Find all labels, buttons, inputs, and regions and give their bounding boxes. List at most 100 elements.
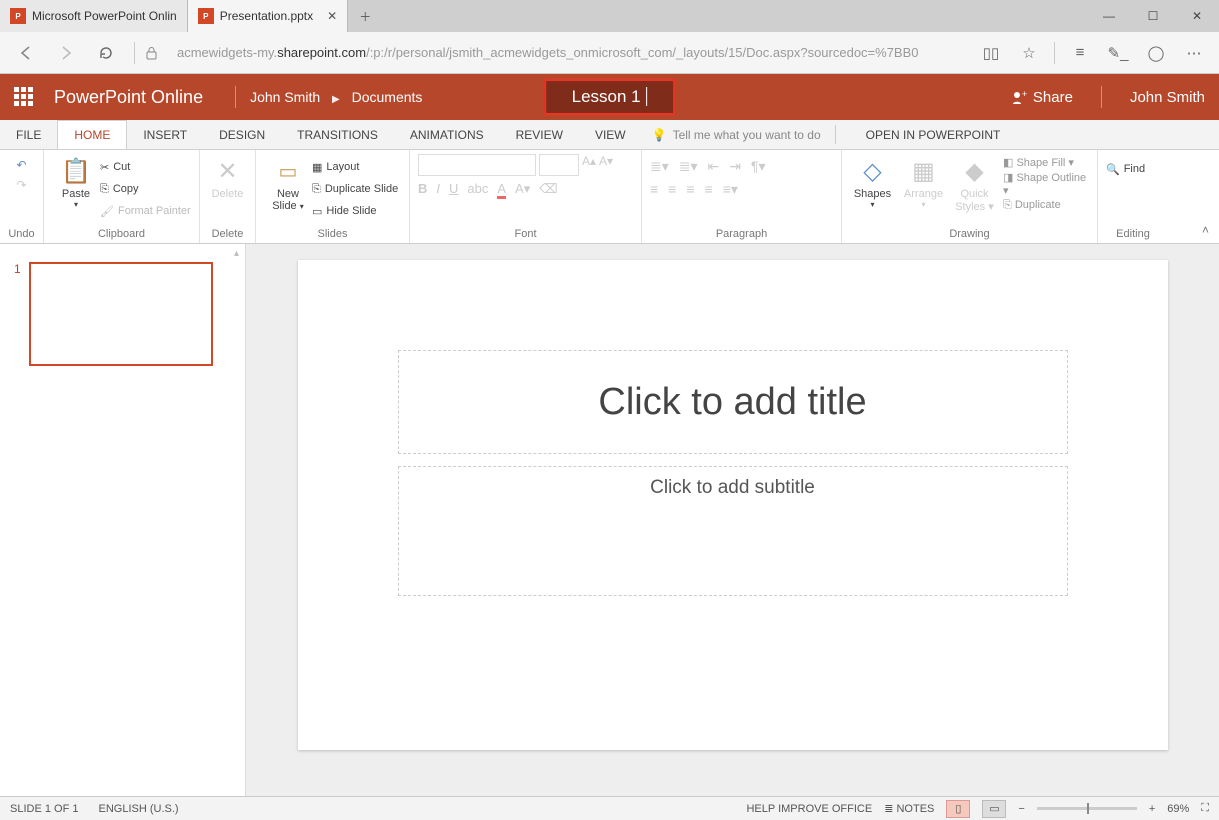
shapes-button[interactable]: ◇ Shapes▾ [850,154,895,209]
tab-file[interactable]: FILE [0,120,57,149]
maximize-button[interactable]: ☐ [1131,0,1175,32]
font-color-button[interactable]: A [497,181,506,199]
paste-button[interactable]: 📋 Paste▾ [52,154,100,209]
tab-review[interactable]: REVIEW [500,120,579,149]
open-in-powerpoint[interactable]: OPEN IN POWERPOINT [850,120,1017,149]
tab-view[interactable]: VIEW [579,120,642,149]
duplicate-slide-button[interactable]: ⎘Duplicate Slide [312,178,398,200]
underline-button[interactable]: U [449,181,458,199]
find-button[interactable]: 🔍Find [1106,158,1145,180]
cortana-icon[interactable]: ◯ [1139,44,1173,62]
increase-indent-button[interactable]: ⇥ [729,158,741,175]
hub-icon[interactable]: ≡ [1063,44,1097,61]
brush-icon: 🖌 [100,205,114,218]
layout-button[interactable]: ▦Layout [312,156,398,178]
grow-font-button[interactable]: A▴ [582,154,596,176]
highlight-button[interactable]: A▾ [515,181,530,199]
undo-button[interactable]: ↶ [16,158,26,172]
duplicate-icon: ⎘ [312,183,321,196]
format-painter-button[interactable]: 🖌Format Painter [100,200,191,222]
shrink-font-button[interactable]: A▾ [599,154,613,176]
share-button[interactable]: + Share [1011,89,1073,106]
ribbon-tabs: FILE HOME INSERT DESIGN TRANSITIONS ANIM… [0,120,1219,150]
new-slide-icon: ▭ [279,154,298,188]
font-family-select[interactable] [418,154,536,176]
help-improve-link[interactable]: HELP IMPROVE OFFICE [746,803,872,815]
justify-button[interactable]: ≡ [705,181,713,198]
zoom-in-button[interactable]: + [1149,803,1155,815]
tab-design[interactable]: DESIGN [203,120,281,149]
refresh-button[interactable] [88,38,124,68]
minimize-button[interactable]: — [1087,0,1131,32]
breadcrumb-user[interactable]: John Smith [250,89,320,105]
notes-toggle[interactable]: ≣ NOTES [884,802,934,815]
tell-me-search[interactable]: 💡 Tell me what you want to do [652,120,821,149]
tab-home[interactable]: HOME [57,120,127,149]
address-bar[interactable]: acmewidgets-my.sharepoint.com/:p:/r/pers… [177,45,970,60]
reading-view-icon[interactable]: ▯▯ [974,44,1008,62]
tab-transitions[interactable]: TRANSITIONS [281,120,394,149]
bullets-button[interactable]: ≣▾ [650,158,669,175]
favorite-icon[interactable]: ☆ [1012,44,1046,62]
copy-button[interactable]: ⎘Copy [100,178,191,200]
font-size-select[interactable] [539,154,579,176]
align-right-button[interactable]: ≡ [686,181,694,198]
hide-slide-button[interactable]: ▭Hide Slide [312,200,398,222]
zoom-out-button[interactable]: − [1018,803,1024,815]
tab-insert[interactable]: INSERT [127,120,203,149]
collapse-ribbon-button[interactable]: ˄ [1202,223,1209,237]
subtitle-placeholder[interactable]: Click to add subtitle [398,466,1068,596]
workspace: ▴ 1 Click to add title Click to add subt… [0,244,1219,796]
shape-outline-button[interactable]: ◨ Shape Outline ▾ [1003,171,1089,197]
slideshow-view-button[interactable]: ▭ [982,800,1006,818]
zoom-slider[interactable] [1037,807,1137,810]
back-button[interactable] [8,38,44,68]
quick-styles-button[interactable]: ◆ Quick Styles ▾ [952,154,997,213]
cut-button[interactable]: ✂Cut [100,156,191,178]
new-slide-button[interactable]: ▭ New Slide ▾ [264,154,312,212]
slide-thumbnail-1[interactable] [29,262,213,366]
decrease-indent-button[interactable]: ⇤ [708,158,720,175]
tab-close-icon[interactable]: ✕ [327,9,337,23]
arrange-button[interactable]: ▦ Arrange▾ [901,154,946,209]
numbering-button[interactable]: ≣▾ [679,158,698,175]
app-name[interactable]: PowerPoint Online [54,87,203,108]
title-placeholder[interactable]: Click to add title [398,350,1068,454]
italic-button[interactable]: I [436,181,440,199]
language-indicator[interactable]: ENGLISH (U.S.) [98,803,178,815]
shape-fill-button[interactable]: ◧ Shape Fill ▾ [1003,156,1089,169]
slide-indicator[interactable]: SLIDE 1 OF 1 [10,803,78,815]
align-center-button[interactable]: ≡ [668,181,676,198]
forward-button[interactable] [48,38,84,68]
text-direction-button[interactable]: ¶▾ [751,158,766,175]
zoom-level[interactable]: 69% [1167,803,1189,815]
tab-animations[interactable]: ANIMATIONS [394,120,500,149]
duplicate-button[interactable]: ⎘ Duplicate [1003,199,1089,212]
breadcrumb-folder[interactable]: Documents [352,89,423,105]
close-button[interactable]: ✕ [1175,0,1219,32]
line-spacing-button[interactable]: ≡▾ [723,181,738,198]
delete-button[interactable]: ✕ Delete [208,154,247,200]
more-icon[interactable]: ⋯ [1177,44,1211,62]
browser-tab-active[interactable]: P Presentation.pptx ✕ [188,0,348,32]
slide-canvas-area: Click to add title Click to add subtitle [246,244,1219,796]
normal-view-button[interactable]: ▯ [946,800,970,818]
file-title-input[interactable]: Lesson 1 [544,79,676,115]
new-tab-button[interactable]: ＋ [348,0,382,32]
strike-button[interactable]: abc [467,181,488,199]
tab-label: Microsoft PowerPoint Onlin [32,9,177,23]
arrange-icon: ▦ [912,154,935,188]
user-name[interactable]: John Smith [1130,89,1205,106]
app-launcher-icon[interactable] [14,87,34,107]
browser-toolbar: acmewidgets-my.sharepoint.com/:p:/r/pers… [0,32,1219,74]
notes-icon[interactable]: ✎_ [1101,44,1135,62]
scroll-up-icon[interactable]: ▴ [234,248,239,259]
slide[interactable]: Click to add title Click to add subtitle [298,260,1168,750]
bold-button[interactable]: B [418,181,427,199]
clear-format-button[interactable]: ⌫ [539,181,557,199]
fit-to-window-button[interactable]: ⛶ [1201,802,1209,815]
align-left-button[interactable]: ≡ [650,181,658,198]
redo-button[interactable]: ↷ [16,178,26,192]
group-drawing-label: Drawing [850,228,1089,243]
browser-tab-inactive[interactable]: P Microsoft PowerPoint Onlin [0,0,188,32]
